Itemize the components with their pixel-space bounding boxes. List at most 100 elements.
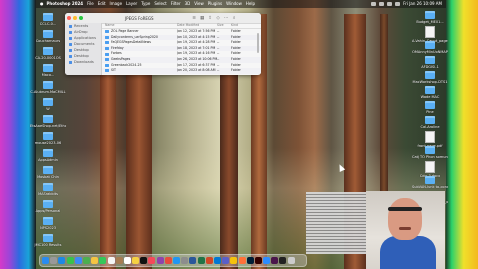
file-row[interactable]: SIT Jan 20, 2023 at 8:08 AM -- Folder xyxy=(102,68,261,74)
scrollbar[interactable] xyxy=(257,33,259,53)
slack-icon[interactable] xyxy=(271,257,279,264)
document-icon xyxy=(425,131,435,143)
desktop-icon-label: Apps/Personal xyxy=(35,209,61,213)
launchpad-icon[interactable] xyxy=(50,257,58,264)
status-icon[interactable] xyxy=(371,2,377,6)
illustrator-icon[interactable] xyxy=(254,257,262,264)
menu-help[interactable]: Help xyxy=(246,0,255,8)
word-icon[interactable] xyxy=(189,257,197,264)
menu-window[interactable]: Window xyxy=(226,0,242,8)
status-icon[interactable] xyxy=(379,2,385,6)
messages-icon[interactable] xyxy=(66,257,74,264)
desktop-icon[interactable]: Pine xyxy=(412,101,448,114)
search-icon[interactable]: ⌕ xyxy=(232,16,237,21)
tv-icon[interactable] xyxy=(140,257,148,264)
file-name: SIT xyxy=(102,68,177,74)
menu-view[interactable]: View xyxy=(194,0,204,8)
desktop-icon-label: CCI-C-0... xyxy=(39,22,57,26)
apple-icon[interactable]: ● xyxy=(40,0,44,8)
desktop-icon[interactable]: NPS2023 xyxy=(30,217,66,230)
trash-icon[interactable] xyxy=(287,257,295,264)
notes-icon[interactable] xyxy=(132,257,140,264)
firefox-icon[interactable] xyxy=(238,257,246,264)
column-header-kind[interactable]: Kind xyxy=(231,23,261,28)
minimize-button[interactable] xyxy=(73,16,77,20)
desktop-icon[interactable]: C-Alubrum.MaCMILL xyxy=(30,81,66,94)
desktop-icon[interactable]: EtsAaeShop.net/Etho... xyxy=(30,115,66,128)
podcasts-icon[interactable] xyxy=(156,257,164,264)
photoshop-icon[interactable] xyxy=(246,257,254,264)
facetime-icon[interactable] xyxy=(99,257,107,264)
reminders-icon[interactable] xyxy=(123,257,131,264)
desktop-icon[interactable]: OMAnnyMinUoNMAP xyxy=(412,41,448,54)
desktop-icon[interactable]: AFDGISI-1 xyxy=(412,56,448,69)
menu-edit[interactable]: Edit xyxy=(98,0,106,8)
share-icon[interactable]: ⇪ xyxy=(208,16,213,21)
column-header-name[interactable]: Name xyxy=(102,23,177,28)
desktop-icon[interactable]: W xyxy=(30,98,66,111)
menu-type[interactable]: Type xyxy=(141,0,150,8)
menu-filter[interactable]: Filter xyxy=(171,0,181,8)
desktop-icon[interactable]: mouse2023-06 xyxy=(30,132,66,145)
contacts-icon[interactable] xyxy=(115,257,123,264)
desktop-icon[interactable]: MASrabbits xyxy=(30,183,66,196)
tag-icon[interactable]: ◇ xyxy=(216,16,221,21)
desktop-icon[interactable]: CA-20-0001OS xyxy=(30,47,66,60)
grid-view-icon[interactable]: ▦ xyxy=(200,16,205,21)
desktop-icon[interactable]: SubVAN-lunk to-conduction xyxy=(412,176,448,189)
zoom-button[interactable] xyxy=(79,16,83,20)
photos-icon[interactable] xyxy=(91,257,99,264)
desktop-icon[interactable]: Wade MAC xyxy=(412,86,448,99)
outlook-icon[interactable] xyxy=(213,257,221,264)
mail-icon[interactable] xyxy=(74,257,82,264)
desktop-icon[interactable]: Cal-Aroline xyxy=(412,116,448,129)
desktop-icon[interactable]: Coucharnaurs xyxy=(30,30,66,43)
desktop-icon[interactable]: Apps/Personal xyxy=(30,200,66,213)
menu-image[interactable]: Image xyxy=(110,0,123,8)
calendar-icon[interactable] xyxy=(107,257,115,264)
menu-app-name[interactable]: Photoshop 2024 xyxy=(47,0,84,8)
menu-3d[interactable]: 3D xyxy=(185,0,191,8)
desktop-icon-label: AppsAdmin xyxy=(38,158,58,162)
more-icon[interactable]: ⋯ xyxy=(224,16,229,21)
folder-icon xyxy=(105,47,109,51)
settings-icon[interactable] xyxy=(181,257,189,264)
column-header-date[interactable]: Date Modified xyxy=(177,23,217,28)
news-icon[interactable] xyxy=(164,257,172,264)
desktop-icon[interactable]: CCI-C-0... xyxy=(30,13,66,26)
teams-icon[interactable] xyxy=(222,257,230,264)
finder-icon[interactable] xyxy=(42,257,49,264)
appstore-icon[interactable] xyxy=(173,257,180,264)
sidebar-item[interactable]: Downloads xyxy=(65,59,101,65)
menu-clock[interactable]: Fri Jan 26 10:09 AM xyxy=(403,0,442,8)
chrome-icon[interactable] xyxy=(230,257,238,264)
maps-icon[interactable] xyxy=(82,257,90,264)
music-icon[interactable] xyxy=(148,257,156,264)
column-header-size[interactable]: Size xyxy=(217,23,231,28)
zoom-icon[interactable] xyxy=(263,257,271,264)
powerpoint-icon[interactable] xyxy=(205,257,213,264)
excel-icon[interactable] xyxy=(197,257,205,264)
close-button[interactable] xyxy=(67,16,71,20)
sidebar-label: Downloads xyxy=(74,60,94,64)
desktop-icon[interactable]: Mosbat Chin xyxy=(30,166,66,179)
battery-icon[interactable] xyxy=(395,2,401,6)
file-name-text: SIT xyxy=(111,68,116,73)
wifi-icon[interactable] xyxy=(387,2,393,6)
menu-plugins[interactable]: Plugins xyxy=(208,0,222,8)
finder-file-list: Name Date Modified Size Kind ZOL Page Ba… xyxy=(102,23,261,75)
safari-icon[interactable] xyxy=(58,257,66,264)
document-icon xyxy=(425,161,435,173)
folder-icon xyxy=(425,116,435,124)
desktop-icon[interactable]: AppsAdmin xyxy=(30,149,66,162)
desktop-icon[interactable]: JMC100 Results xyxy=(30,234,66,247)
desktop-icon[interactable]: Maco... xyxy=(30,64,66,77)
menu-layer[interactable]: Layer xyxy=(126,0,137,8)
desktop-icon[interactable]: Budget_ME01... xyxy=(412,11,448,24)
menu-file[interactable]: File xyxy=(87,0,94,8)
desktop-icon[interactable]: Catj TO Phon somunewsla xyxy=(412,146,448,159)
desktop-icon[interactable]: MacWorkshop-DTS1 xyxy=(412,71,448,84)
menu-select[interactable]: Select xyxy=(154,0,166,8)
list-view-icon[interactable]: ≡ xyxy=(192,16,197,21)
terminal-icon[interactable] xyxy=(279,257,287,264)
